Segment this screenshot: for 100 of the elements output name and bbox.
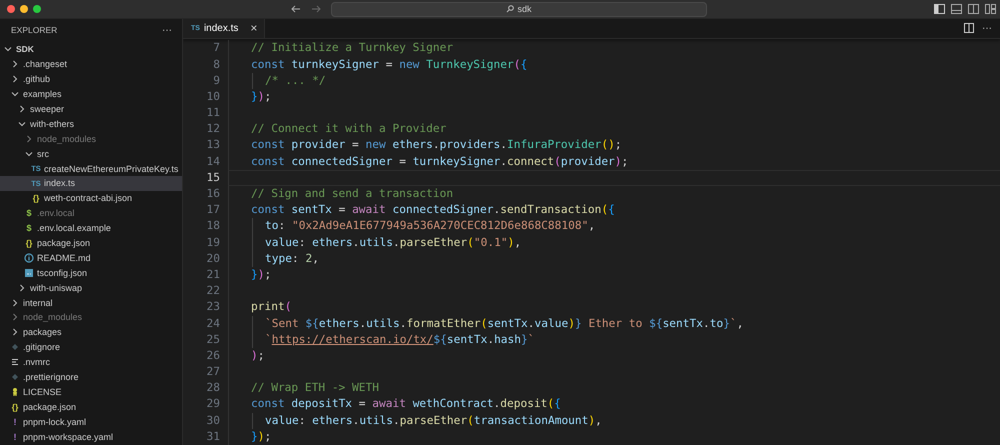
customize-layout-icon[interactable] bbox=[985, 4, 996, 14]
folder-item[interactable]: with-ethers bbox=[0, 116, 182, 132]
file-item[interactable]: ! pnpm-lock.yaml bbox=[0, 414, 182, 430]
close-tab-button[interactable]: × bbox=[250, 21, 258, 36]
json-file-icon: {} bbox=[10, 402, 20, 412]
line-number: 23 bbox=[206, 299, 220, 316]
code-line: value: ethers.utils.parseEther("0.1"), bbox=[228, 234, 1000, 251]
text-file-icon bbox=[10, 357, 20, 368]
line-number: 15 bbox=[206, 170, 220, 186]
search-field[interactable]: sdk bbox=[331, 2, 707, 16]
code-line: type: 2, bbox=[228, 250, 1000, 267]
search-icon bbox=[506, 5, 514, 13]
license-icon bbox=[10, 386, 20, 397]
line-number: 21 bbox=[206, 266, 220, 283]
diamond-icon bbox=[10, 342, 20, 352]
line-number: 7 bbox=[212, 40, 220, 56]
folder-item[interactable]: .changeset bbox=[0, 56, 182, 72]
code-line: }); bbox=[228, 88, 1000, 106]
toggle-sidebar-icon[interactable] bbox=[934, 4, 945, 14]
config-file-icon bbox=[24, 268, 34, 278]
folder-item[interactable]: packages bbox=[0, 324, 182, 340]
line-number: 24 bbox=[206, 316, 220, 332]
split-layout-icon[interactable] bbox=[968, 4, 979, 14]
line-number: 20 bbox=[206, 250, 220, 267]
file-item[interactable]: .nvmrc bbox=[0, 354, 182, 370]
line-number: 19 bbox=[206, 234, 220, 251]
json-file-icon: {} bbox=[24, 238, 34, 248]
close-window-icon[interactable] bbox=[7, 5, 15, 13]
code-line: // Initialize a Turnkey Signer bbox=[228, 40, 1000, 56]
line-number: 8 bbox=[212, 56, 220, 72]
line-number: 16 bbox=[206, 186, 220, 202]
line-number: 30 bbox=[206, 412, 220, 429]
code-line: ); bbox=[228, 348, 1000, 364]
code-line: const depositTx = await wethContract.deposit({ bbox=[228, 396, 1000, 413]
file-item[interactable]: {} package.json bbox=[0, 236, 182, 250]
minimize-window-icon[interactable] bbox=[20, 5, 28, 13]
more-actions-button[interactable]: ··· bbox=[982, 22, 992, 34]
code-line: `Sent ${ethers.utils.formatEther(sentTx.value)} Ether to ${sentTx.to}`, bbox=[228, 316, 1000, 332]
code-line: // Wrap ETH -> WETH bbox=[228, 380, 1000, 396]
code-line: `https://etherscan.io/tx/${sentTx.hash}` bbox=[228, 332, 1000, 348]
code-line: const sentTx = await connectedSigner.sendTransaction({ bbox=[228, 202, 1000, 218]
code-line: to: "0x2Ad9eA1E677949a536A270CEC812D6e868C88108", bbox=[228, 218, 1000, 235]
line-number: 12 bbox=[206, 121, 220, 138]
file-item[interactable]: $ .env.local.example bbox=[0, 220, 182, 236]
code-line: }); bbox=[228, 266, 1000, 284]
folder-item[interactable]: examples bbox=[0, 86, 182, 102]
folder-item[interactable]: node_modules bbox=[0, 131, 182, 146]
line-number: 25 bbox=[206, 332, 220, 348]
file-item[interactable]: README.md bbox=[0, 250, 182, 266]
code-line: const provider = new ethers.providers.InfuraProvider(); bbox=[228, 137, 1000, 154]
line-number: 17 bbox=[206, 202, 220, 218]
line-number: 11 bbox=[206, 105, 220, 122]
line-number: 18 bbox=[206, 218, 220, 234]
line-number: 26 bbox=[206, 348, 220, 364]
diamond-icon bbox=[10, 372, 20, 382]
code-line: /* ... */ bbox=[228, 72, 1000, 89]
dollar-file-icon: $ bbox=[24, 208, 34, 218]
code-line: // Sign and send a transaction bbox=[228, 186, 1000, 202]
file-item[interactable]: $ .env.local bbox=[0, 206, 182, 221]
folder-item[interactable]: internal bbox=[0, 295, 182, 310]
code-line: // Connect it with a Provider bbox=[228, 121, 1000, 138]
back-arrow-icon[interactable] bbox=[291, 5, 301, 13]
exclamation-file-icon: ! bbox=[10, 432, 20, 442]
zoom-window-icon[interactable] bbox=[33, 5, 41, 13]
more-actions-button[interactable]: ··· bbox=[162, 24, 172, 36]
folder-item[interactable]: sweeper bbox=[0, 102, 182, 116]
file-item[interactable]: {} weth-contract-abi.json bbox=[0, 190, 182, 206]
file-item[interactable]: .prettierignore bbox=[0, 370, 182, 384]
line-number: 28 bbox=[206, 380, 220, 396]
explorer-title: EXPLORER bbox=[11, 25, 58, 35]
file-item[interactable]: {} package.json bbox=[0, 399, 182, 414]
forward-arrow-icon[interactable] bbox=[311, 5, 321, 13]
line-number: 27 bbox=[206, 364, 220, 380]
code-line: }); bbox=[228, 428, 1000, 445]
file-item[interactable]: tsconfig.json bbox=[0, 265, 182, 280]
line-number: 29 bbox=[206, 396, 220, 412]
file-item[interactable]: LICENSE bbox=[0, 384, 182, 400]
code-line: print( bbox=[228, 299, 1000, 316]
code-line: const turnkeySigner = new TurnkeySigner({ bbox=[228, 56, 1000, 73]
exclamation-file-icon: ! bbox=[10, 416, 20, 427]
dollar-file-icon: $ bbox=[24, 223, 34, 234]
folder-item[interactable]: src bbox=[0, 146, 182, 162]
code-line: const connectedSigner = turnkeySigner.connect(provider); bbox=[228, 154, 1000, 170]
code-line: value: ethers.utils.parseEther(transactionAmount), bbox=[228, 412, 1000, 429]
workspace-folder[interactable]: SDK bbox=[0, 42, 182, 57]
file-item[interactable]: ! pnpm-workspace.yaml bbox=[0, 429, 182, 444]
line-number: 10 bbox=[206, 88, 220, 105]
folder-item[interactable]: .github bbox=[0, 72, 182, 87]
info-icon bbox=[24, 252, 34, 263]
toggle-panel-icon[interactable] bbox=[951, 4, 962, 14]
file-item[interactable]: .gitignore bbox=[0, 340, 182, 355]
line-number: 9 bbox=[212, 72, 220, 89]
folder-item[interactable]: with-uniswap bbox=[0, 280, 182, 296]
json-file-icon: {} bbox=[31, 193, 41, 204]
split-editor-icon[interactable] bbox=[964, 23, 974, 34]
line-number: 22 bbox=[206, 283, 220, 300]
line-number: 13 bbox=[206, 137, 220, 154]
line-number: 14 bbox=[206, 154, 220, 170]
folder-item[interactable]: node_modules bbox=[0, 310, 182, 325]
line-number: 31 bbox=[206, 428, 220, 445]
